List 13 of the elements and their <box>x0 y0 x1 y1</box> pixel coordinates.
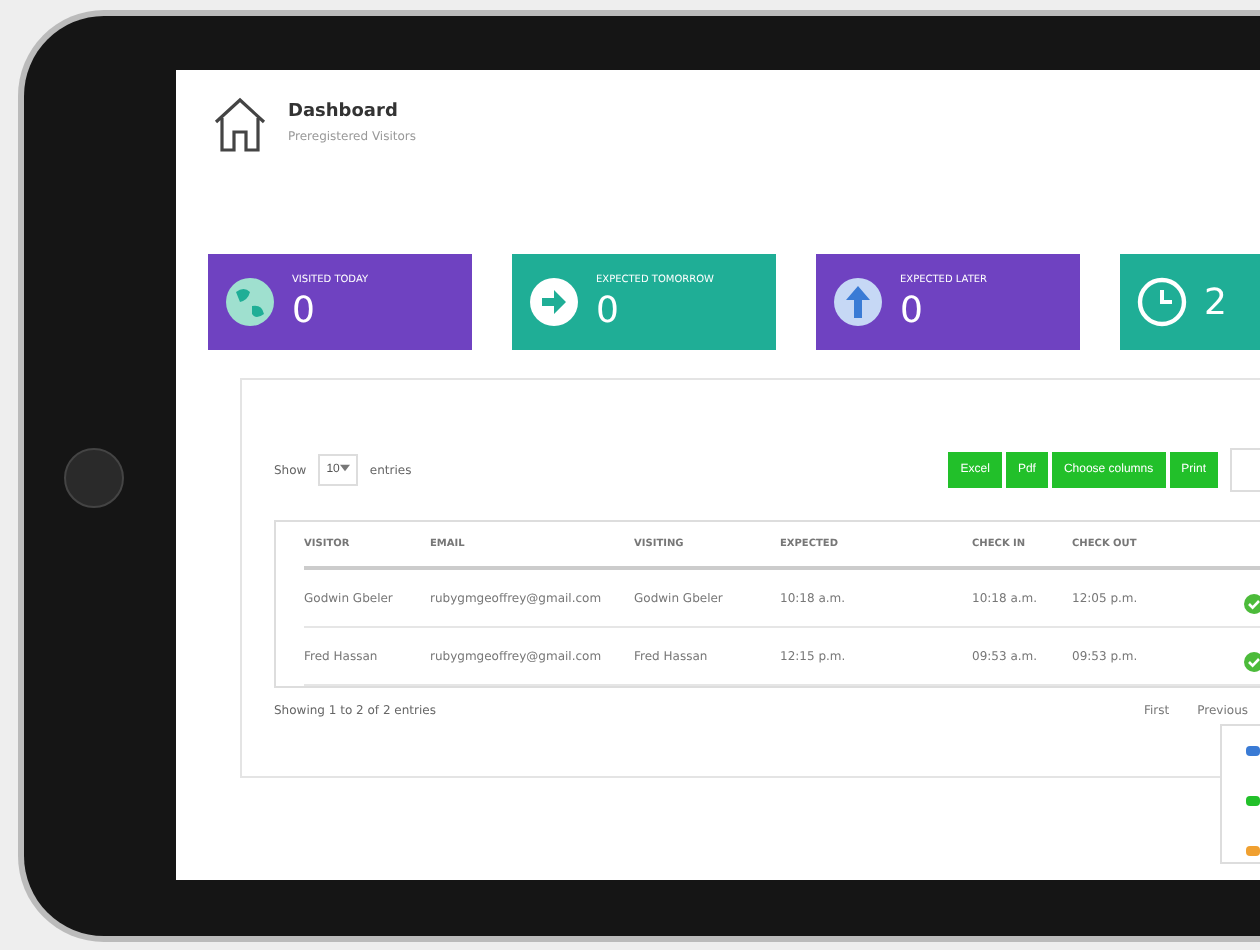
caret-icon <box>339 464 350 472</box>
arrow-right-icon <box>528 276 580 328</box>
search-field[interactable] <box>1230 448 1260 492</box>
card-value: 2 <box>1204 281 1227 323</box>
home-button-icon <box>64 448 124 508</box>
page-title: Dashboard <box>288 102 400 122</box>
card-value: 0 <box>292 289 317 331</box>
card-value: 0 <box>900 289 925 331</box>
arrow-up-icon <box>832 276 884 328</box>
globe-icon <box>224 276 276 328</box>
card-value: 0 <box>596 289 621 331</box>
house-icon <box>212 94 268 154</box>
clock-icon <box>1136 276 1188 328</box>
